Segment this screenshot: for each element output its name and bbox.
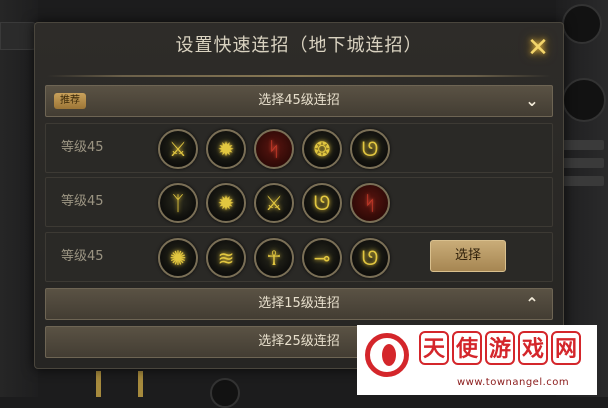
- background-text: [560, 158, 604, 168]
- combo-level-label: 等级45: [61, 140, 104, 155]
- section-label-lv25: 选择25级连招: [258, 334, 340, 349]
- chevron-up-icon[interactable]: ⌃: [522, 289, 542, 319]
- combo-level-label: 等级45: [61, 194, 104, 209]
- wing-slash-skill-icon[interactable]: ≋: [206, 238, 246, 278]
- combo-row[interactable]: 等级45 ⚔ ✹ ᛋ ❂ ᘎ: [45, 123, 553, 173]
- spin-blade-skill-icon[interactable]: ᘎ: [350, 238, 390, 278]
- background-circle-icon: [562, 78, 606, 122]
- site-watermark: 天 使 游 戏 网 www.townangel.com: [357, 325, 597, 395]
- watermark-url: www.townangel.com: [457, 377, 570, 388]
- watermark-char: 戏: [518, 331, 548, 365]
- combo-level-label: 等级45: [61, 249, 104, 264]
- select-combo-button[interactable]: 选择: [430, 240, 506, 272]
- background-text: [560, 176, 604, 186]
- title-divider: [47, 75, 551, 77]
- background-circle-icon: [210, 378, 240, 408]
- quick-combo-dialog: 设置快速连招（地下城连招） ✕ 推荐 选择45级连招 ⌄ 等级45 ⚔ ✹ ᛋ ❂ ᘎ …: [34, 22, 564, 369]
- section-label-lv45: 选择45级连招: [258, 93, 340, 108]
- background-bar: [96, 371, 101, 397]
- background-bar: [138, 371, 143, 397]
- background-tab: [0, 22, 38, 50]
- star-burst-skill-icon[interactable]: ✹: [206, 183, 246, 223]
- spirit-figure-skill-icon[interactable]: ☥: [254, 238, 294, 278]
- kick-skill-icon[interactable]: ᛉ: [158, 183, 198, 223]
- watermark-char: 天: [419, 331, 449, 365]
- whirl-strike-skill-icon[interactable]: ❂: [302, 129, 342, 169]
- star-burst-skill-icon[interactable]: ✹: [206, 129, 246, 169]
- spin-blade-skill-icon[interactable]: ᘎ: [350, 129, 390, 169]
- section-header-lv15[interactable]: 选择15级连招 ⌃: [45, 288, 553, 320]
- recommended-badge: 推荐: [54, 93, 86, 109]
- flame-dragon-skill-icon[interactable]: ᛋ: [350, 183, 390, 223]
- spin-blade-skill-icon[interactable]: ᘎ: [302, 183, 342, 223]
- background-left-panel: [0, 0, 38, 397]
- close-icon[interactable]: ✕: [523, 33, 553, 63]
- watermark-char: 游: [485, 331, 515, 365]
- slash-dash-skill-icon[interactable]: ⚔: [158, 129, 198, 169]
- section-header-lv45[interactable]: 推荐 选择45级连招 ⌄: [45, 85, 553, 117]
- chevron-down-icon[interactable]: ⌄: [522, 86, 542, 116]
- section-label-lv15: 选择15级连招: [258, 296, 340, 311]
- watermark-char: 网: [551, 331, 581, 365]
- watermark-logo-icon: [365, 333, 409, 377]
- flame-dragon-skill-icon[interactable]: ᛋ: [254, 129, 294, 169]
- leaf-burst-skill-icon[interactable]: ✺: [158, 238, 198, 278]
- background-circle-icon: [562, 4, 602, 44]
- hook-grab-skill-icon[interactable]: ⊸: [302, 238, 342, 278]
- watermark-text: 天 使 游 戏 网: [419, 331, 581, 365]
- combo-row[interactable]: 等级45 选择 ✺ ≋ ☥ ⊸ ᘎ: [45, 232, 553, 282]
- watermark-char: 使: [452, 331, 482, 365]
- dialog-title: 设置快速连招（地下城连招）: [175, 35, 423, 56]
- combo-row[interactable]: 等级45 ᛉ ✹ ⚔ ᘎ ᛋ: [45, 177, 553, 227]
- background-text: [560, 140, 604, 150]
- slash-dash-skill-icon[interactable]: ⚔: [254, 183, 294, 223]
